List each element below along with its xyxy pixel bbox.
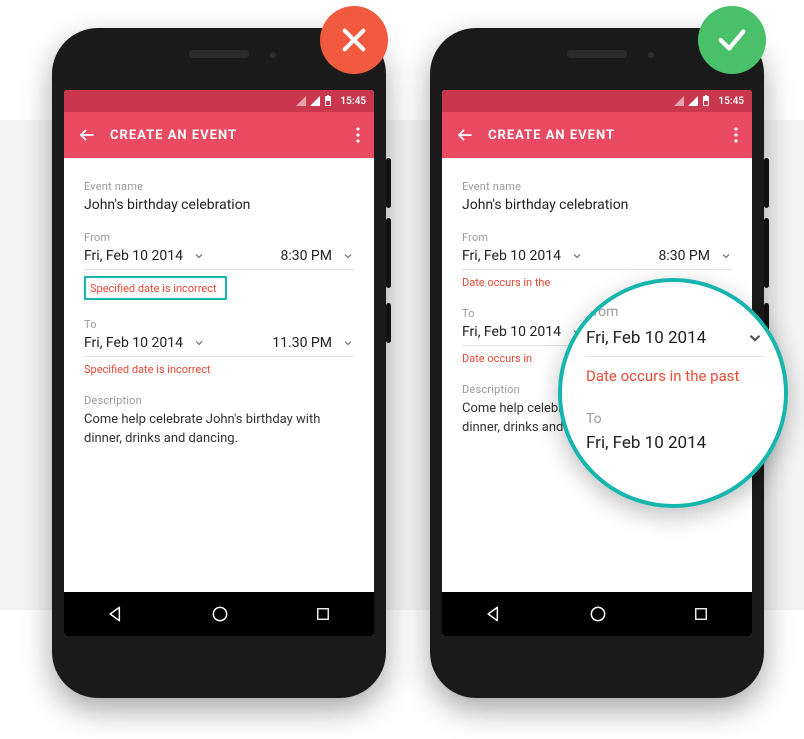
- chevron-down-icon: [193, 337, 205, 349]
- to-time-value: 11.30 PM: [272, 335, 332, 351]
- lens-from-date: Fri, Feb 10 2014: [586, 328, 706, 348]
- from-error-text: Specified date is incorrect: [84, 276, 227, 300]
- to-date-selector[interactable]: Fri, Feb 10 2014: [462, 324, 583, 340]
- to-error-text: Specified date is incorrect: [84, 363, 354, 376]
- from-date-value: Fri, Feb 10 2014: [462, 248, 561, 264]
- from-time-selector[interactable]: 8:30 PM: [280, 248, 354, 264]
- from-time-value: 8:30 PM: [280, 248, 332, 264]
- magnifier-lens: From Fri, Feb 10 2014 Date occurs in the…: [558, 278, 788, 508]
- nav-home-button[interactable]: [210, 604, 230, 624]
- description-field[interactable]: Description Come help celebrate John's b…: [84, 394, 354, 449]
- battery-icon: [702, 95, 710, 107]
- from-label: From: [84, 231, 354, 244]
- event-name-value: John's birthday celebration: [462, 197, 732, 213]
- to-field: To Fri, Feb 10 2014 11.30 PM Specified d…: [84, 318, 354, 376]
- signal-icon: [310, 96, 320, 106]
- lens-from-label: From: [586, 304, 764, 320]
- more-vert-icon: [734, 127, 738, 143]
- chevron-down-icon: [571, 250, 583, 262]
- from-time-selector[interactable]: 8:30 PM: [658, 248, 732, 264]
- arrow-left-icon: [78, 126, 96, 144]
- triangle-back-icon: [106, 604, 126, 624]
- from-label: From: [462, 231, 732, 244]
- arrow-left-icon: [456, 126, 474, 144]
- event-name-label: Event name: [462, 180, 732, 193]
- circle-home-icon: [210, 604, 230, 624]
- chevron-down-icon: [720, 250, 732, 262]
- event-form: Event name John's birthday celebration F…: [64, 158, 374, 592]
- app-bar-title: CREATE AN EVENT: [488, 128, 734, 143]
- nav-home-button[interactable]: [588, 604, 608, 624]
- android-nav-bar: [64, 592, 374, 636]
- from-date-value: Fri, Feb 10 2014: [84, 248, 183, 264]
- android-nav-bar: [442, 592, 752, 636]
- phone-frame-left: 15:45 CREATE AN EVENT Event name John's …: [52, 28, 386, 698]
- chevron-down-icon: [746, 329, 764, 347]
- from-date-selector[interactable]: Fri, Feb 10 2014: [84, 248, 205, 264]
- lens-error-text: Date occurs in the past: [586, 367, 764, 385]
- close-icon: [338, 24, 370, 56]
- phone-camera-dot: [648, 52, 654, 58]
- nav-back-button[interactable]: [484, 604, 504, 624]
- app-bar: CREATE AN EVENT: [442, 112, 752, 158]
- to-date-value: Fri, Feb 10 2014: [84, 335, 183, 351]
- network-icon: [296, 96, 306, 106]
- square-recent-icon: [692, 605, 710, 623]
- network-icon: [674, 96, 684, 106]
- status-clock: 15:45: [340, 96, 366, 107]
- chevron-down-icon: [342, 337, 354, 349]
- back-button[interactable]: [456, 126, 474, 144]
- to-date-selector[interactable]: Fri, Feb 10 2014: [84, 335, 205, 351]
- nav-recent-button[interactable]: [314, 605, 332, 623]
- phone-button: [764, 218, 769, 288]
- phone-button: [386, 218, 391, 288]
- nav-recent-button[interactable]: [692, 605, 710, 623]
- phone-camera-dot: [270, 52, 276, 58]
- event-name-value: John's birthday celebration: [84, 197, 354, 213]
- event-name-field[interactable]: Event name John's birthday celebration: [84, 180, 354, 213]
- chevron-down-icon: [342, 250, 354, 262]
- phone-button: [386, 158, 391, 208]
- more-vert-icon: [356, 127, 360, 143]
- lens-to-label: To: [586, 411, 764, 427]
- event-name-field[interactable]: Event name John's birthday celebration: [462, 180, 732, 213]
- description-value: Come help celebrate John's birthday with…: [84, 411, 354, 449]
- nav-back-button[interactable]: [106, 604, 126, 624]
- phone-screen-left: 15:45 CREATE AN EVENT Event name John's …: [64, 90, 374, 636]
- app-bar: CREATE AN EVENT: [64, 112, 374, 158]
- app-bar-title: CREATE AN EVENT: [110, 128, 356, 143]
- square-recent-icon: [314, 605, 332, 623]
- overflow-menu-button[interactable]: [734, 127, 738, 143]
- lens-date-row[interactable]: Fri, Feb 10 2014: [586, 328, 764, 357]
- phone-button: [764, 158, 769, 208]
- lens-to-date: Fri, Feb 10 2014: [586, 433, 764, 453]
- badge-wrong: [320, 6, 388, 74]
- status-bar: 15:45: [442, 90, 752, 112]
- event-name-label: Event name: [84, 180, 354, 193]
- chevron-down-icon: [193, 250, 205, 262]
- back-button[interactable]: [78, 126, 96, 144]
- from-field: From Fri, Feb 10 2014 8:30 PM Specified …: [84, 231, 354, 300]
- to-label: To: [84, 318, 354, 331]
- battery-icon: [324, 95, 332, 107]
- from-date-selector[interactable]: Fri, Feb 10 2014: [462, 248, 583, 264]
- status-clock: 15:45: [718, 96, 744, 107]
- circle-home-icon: [588, 604, 608, 624]
- check-icon: [715, 23, 749, 57]
- from-time-value: 8:30 PM: [658, 248, 710, 264]
- signal-icon: [688, 96, 698, 106]
- to-time-selector[interactable]: 11.30 PM: [272, 335, 354, 351]
- triangle-back-icon: [484, 604, 504, 624]
- overflow-menu-button[interactable]: [356, 127, 360, 143]
- badge-correct: [698, 6, 766, 74]
- to-date-value: Fri, Feb 10 2014: [462, 324, 561, 340]
- status-bar: 15:45: [64, 90, 374, 112]
- phone-button: [386, 303, 391, 343]
- description-label: Description: [84, 394, 354, 407]
